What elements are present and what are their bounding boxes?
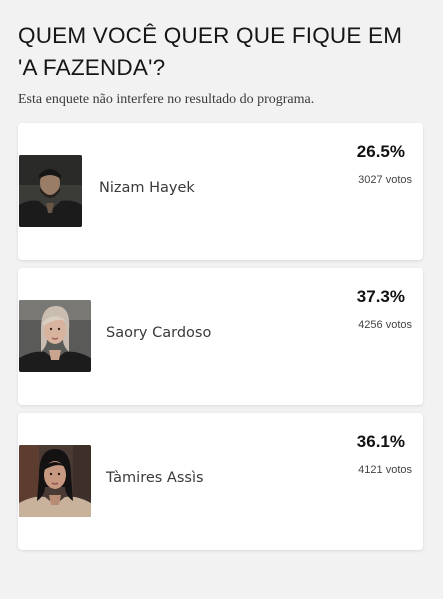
option-name: Nizam Hayek bbox=[99, 180, 195, 196]
option-votes: 3027 votos bbox=[358, 174, 412, 186]
poll-title: QUEM VOCÊ QUER QUE FIQUE EM 'A FAZENDA'? bbox=[18, 23, 403, 80]
option-name: Tàmires Assìs bbox=[106, 470, 204, 486]
poll-disclaimer: Esta enquete não interfere no resultado … bbox=[18, 92, 315, 107]
poll-option-saory-cardoso[interactable]: Saory Cardoso 37.3% 4256 votos bbox=[18, 268, 423, 405]
option-votes: 4256 votos bbox=[358, 319, 412, 331]
tamires-assis-photo bbox=[19, 445, 91, 517]
poll-option-tamires-assis[interactable]: Tàmires Assìs 36.1% 4121 votos bbox=[18, 413, 423, 550]
option-percent: 36.1% bbox=[356, 432, 405, 451]
poll-option-nizam-hayek[interactable]: Nizam Hayek 26.5% 3027 votos bbox=[18, 123, 423, 260]
poll-container: QUEM VOCÊ QUER QUE FIQUE EM 'A FAZENDA'?… bbox=[0, 0, 443, 550]
nizam-hayek-photo bbox=[19, 155, 82, 227]
option-percent: 26.5% bbox=[356, 142, 405, 161]
poll-options: Nizam Hayek 26.5% 3027 votos Saory Cardo… bbox=[18, 123, 425, 550]
option-votes: 4121 votos bbox=[358, 464, 412, 476]
saory-cardoso-photo bbox=[19, 300, 91, 372]
option-name: Saory Cardoso bbox=[106, 325, 212, 341]
option-percent: 37.3% bbox=[356, 287, 405, 306]
